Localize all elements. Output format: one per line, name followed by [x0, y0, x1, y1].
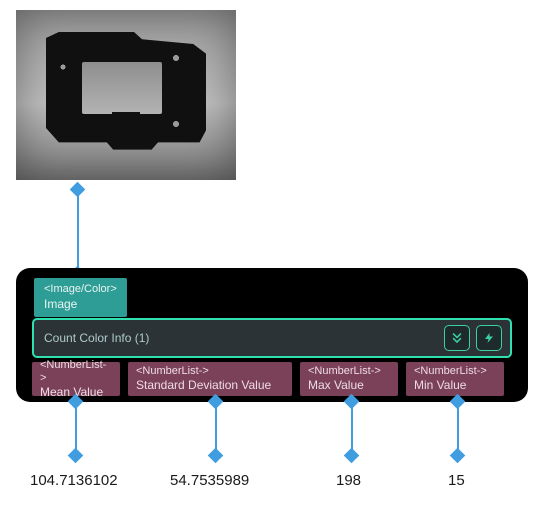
part-hole [170, 118, 182, 130]
expand-button[interactable] [444, 325, 470, 351]
node-count-color-info: <Image/Color> Image Count Color Info (1)… [16, 268, 528, 402]
port-type: <NumberList-> [308, 365, 390, 378]
node-title: Count Color Info (1) [44, 331, 438, 345]
connector-diamond [450, 448, 466, 464]
part-notch [112, 112, 140, 126]
part-hole [58, 62, 68, 72]
port-type: <NumberList-> [40, 359, 112, 385]
port-type: <Image/Color> [44, 283, 117, 297]
output-port-mean[interactable]: <NumberList-> Mean Value [32, 362, 120, 396]
run-button[interactable] [476, 325, 502, 351]
connector-diamond [344, 448, 360, 464]
port-label: Image [44, 297, 117, 312]
connector-line [77, 194, 79, 274]
output-port-stddev[interactable]: <NumberList-> Standard Deviation Value [128, 362, 292, 396]
port-label: Max Value [308, 378, 390, 392]
port-type: <NumberList-> [414, 365, 496, 378]
value-max: 198 [336, 472, 361, 489]
value-stddev: 54.7535989 [170, 472, 249, 489]
connector-diamond [68, 448, 84, 464]
output-port-min[interactable]: <NumberList-> Min Value [406, 362, 504, 396]
chevrons-down-icon [450, 331, 464, 345]
part-silhouette [46, 32, 206, 152]
connector-diamond [208, 448, 224, 464]
input-port-image[interactable]: <Image/Color> Image [34, 278, 127, 317]
part-hole [170, 52, 182, 64]
output-ports: <NumberList-> Mean Value <NumberList-> S… [32, 362, 512, 396]
output-port-max[interactable]: <NumberList-> Max Value [300, 362, 398, 396]
part-cutout [82, 62, 162, 114]
value-min: 15 [448, 472, 465, 489]
port-label: Min Value [414, 378, 496, 392]
input-image-thumbnail [16, 10, 236, 180]
port-label: Standard Deviation Value [136, 378, 284, 392]
bolt-icon [483, 331, 495, 345]
port-type: <NumberList-> [136, 365, 284, 378]
value-mean: 104.7136102 [30, 472, 118, 489]
node-title-row: Count Color Info (1) [32, 318, 512, 358]
